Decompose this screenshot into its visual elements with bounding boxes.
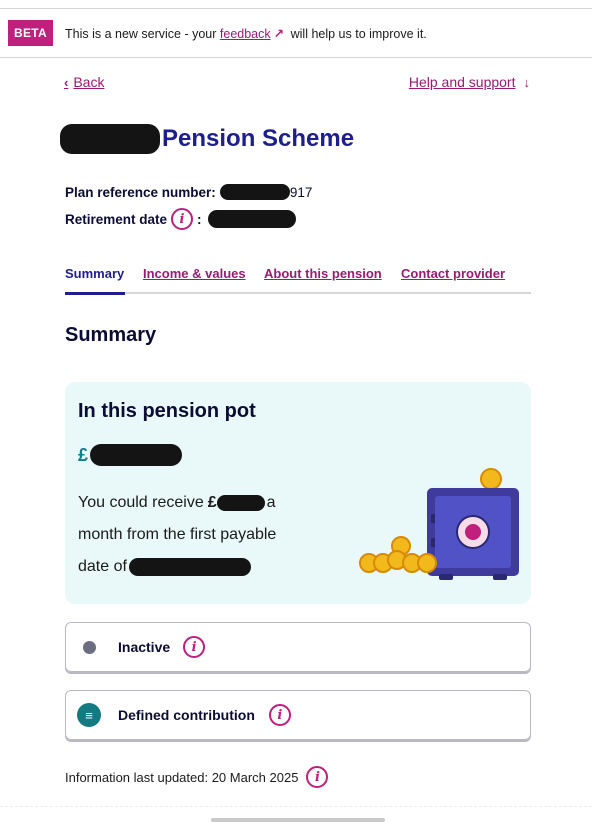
tab-about-pension[interactable]: About this pension — [264, 266, 382, 281]
status-inactive-box: Inactive i — [65, 622, 531, 672]
home-indicator[interactable] — [211, 818, 385, 822]
info-icon[interactable]: i — [306, 766, 329, 788]
back-label: Back — [73, 74, 105, 90]
redaction — [60, 124, 160, 154]
help-and-support-link[interactable]: Help and support ↓ — [409, 74, 530, 90]
income-line-2: month from the first payable — [78, 526, 277, 543]
tab-summary[interactable]: Summary — [65, 266, 124, 281]
income-currency: £ — [207, 494, 217, 511]
beta-banner: BETA This is a new service - your feedba… — [0, 8, 592, 58]
back-link[interactable]: ‹ Back — [64, 74, 104, 90]
plan-reference-value: 917 — [289, 184, 313, 200]
retirement-colon: : — [197, 211, 202, 227]
pension-type-label: Defined contribution — [118, 707, 255, 723]
beta-text-before: This is a new service - your — [64, 26, 217, 41]
footer-divider — [0, 806, 592, 815]
help-label: Help and support — [408, 74, 516, 90]
pension-pot-card: In this pension pot £ You could receive … — [65, 382, 531, 604]
section-title: Summary — [65, 324, 157, 346]
tab-income-values[interactable]: Income & values — [143, 266, 246, 281]
retirement-date-line: Retirement date i : — [65, 208, 296, 230]
info-icon[interactable]: i — [183, 636, 206, 658]
income-text-before: You could receive — [78, 494, 204, 511]
beta-tag: BETA — [8, 20, 53, 46]
safe-illustration — [359, 468, 519, 580]
plan-reference-line: Plan reference number: 917 — [65, 184, 312, 200]
status-type-box: ≡ Defined contribution i — [65, 690, 531, 740]
plan-reference-label: Plan reference number: — [65, 184, 216, 200]
tab-bar: Summary Income & values About this pensi… — [65, 264, 531, 295]
retirement-date-label: Retirement date — [65, 211, 168, 227]
page-title-row: Pension Scheme — [60, 124, 354, 154]
pot-income-text: You could receive £ a month from the fir… — [78, 487, 328, 583]
redaction — [207, 210, 296, 228]
redaction — [216, 495, 265, 511]
active-tab-indicator — [65, 292, 125, 295]
info-icon[interactable]: i — [171, 208, 194, 230]
income-text-after: a — [266, 494, 276, 511]
info-icon[interactable]: i — [268, 704, 291, 726]
last-updated: Information last updated: 20 March 2025 … — [65, 766, 329, 788]
beta-message: This is a new service - your feedback ↗ w… — [65, 26, 427, 41]
pot-currency: £ — [78, 444, 89, 465]
beta-text-after: will help us to improve it. — [290, 26, 427, 41]
redaction — [90, 444, 183, 466]
feedback-link[interactable]: feedback — [220, 27, 271, 41]
coins-stack-icon: ≡ — [77, 703, 101, 727]
redaction — [219, 184, 290, 200]
income-date-before: date of — [78, 558, 127, 575]
arrow-down-icon: ↓ — [523, 74, 531, 90]
pot-title: In this pension pot — [78, 400, 256, 422]
status-inactive-label: Inactive — [118, 639, 171, 655]
pot-value: £ — [78, 444, 183, 466]
redaction — [128, 558, 251, 576]
external-link-icon: ↗ — [273, 26, 285, 41]
chevron-left-icon: ‹ — [64, 74, 69, 90]
status-dot-icon — [83, 640, 96, 654]
last-updated-text: Information last updated: 20 March 2025 — [65, 769, 299, 785]
page-title: Pension Scheme — [162, 125, 355, 152]
tab-contact-provider[interactable]: Contact provider — [401, 266, 505, 281]
